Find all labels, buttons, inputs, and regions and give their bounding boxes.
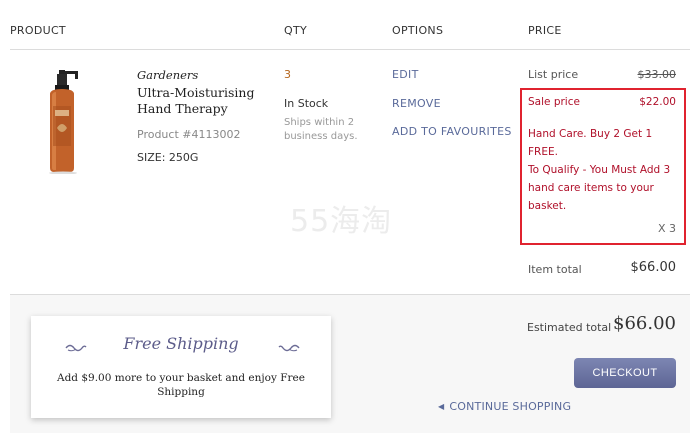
promo-line-2: To Qualify - You Must Add 3 hand care it… [528,164,671,212]
add-to-favourites-link[interactable]: ADD TO FAVOURITES [392,125,512,138]
sale-price-highlight: Sale price $22.00 Hand Care. Buy 2 Get 1… [520,88,686,245]
stock-status: In Stock [284,97,329,110]
header-options: OPTIONS [392,24,444,37]
list-price-label: List price [528,68,579,81]
continue-shopping-link[interactable]: ◀ CONTINUE SHOPPING [438,400,571,413]
estimated-total-value: $66.00 [613,313,676,334]
flourish-right-icon [278,344,300,352]
promo-text: Hand Care. Buy 2 Get 1 FREE. To Qualify … [528,125,678,215]
edit-link[interactable]: EDIT [392,68,419,81]
sale-price-value: $22.00 [639,96,676,108]
item-total-value: $66.00 [630,260,677,275]
header-qty: QTY [284,24,307,37]
product-brand: Gardeners [137,68,199,82]
list-price-value: $33.00 [637,68,677,81]
product-image[interactable] [40,70,86,174]
header-price: PRICE [528,24,562,37]
checkout-button[interactable]: CHECKOUT [574,358,676,388]
watermark: 55海淘 [290,204,393,239]
estimated-total-label: Estimated total [527,321,612,334]
shipping-time: Ships within 2 business days. [284,117,358,142]
continue-shopping-label: CONTINUE SHOPPING [449,400,572,413]
quantity-multiplier: X 3 [657,222,676,235]
product-size: SIZE: 250G [137,151,199,164]
free-shipping-text: Add $9.00 more to your basket and enjoy … [56,372,305,398]
item-total-label: Item total [528,263,582,276]
product-number: Product #4113002 [137,128,241,141]
chevron-left-icon: ◀ [438,402,445,411]
product-name[interactable]: Ultra-Moisturising Hand Therapy [137,85,267,117]
sale-price-label: Sale price [528,96,580,108]
header-divider [10,49,690,50]
quantity-value[interactable]: 3 [284,68,291,81]
promo-line-1: Hand Care. Buy 2 Get 1 FREE. [528,128,653,158]
remove-link[interactable]: REMOVE [392,97,441,110]
free-shipping-card: Free Shipping Add $9.00 more to your bas… [31,316,331,418]
header-product: PRODUCT [10,24,66,37]
